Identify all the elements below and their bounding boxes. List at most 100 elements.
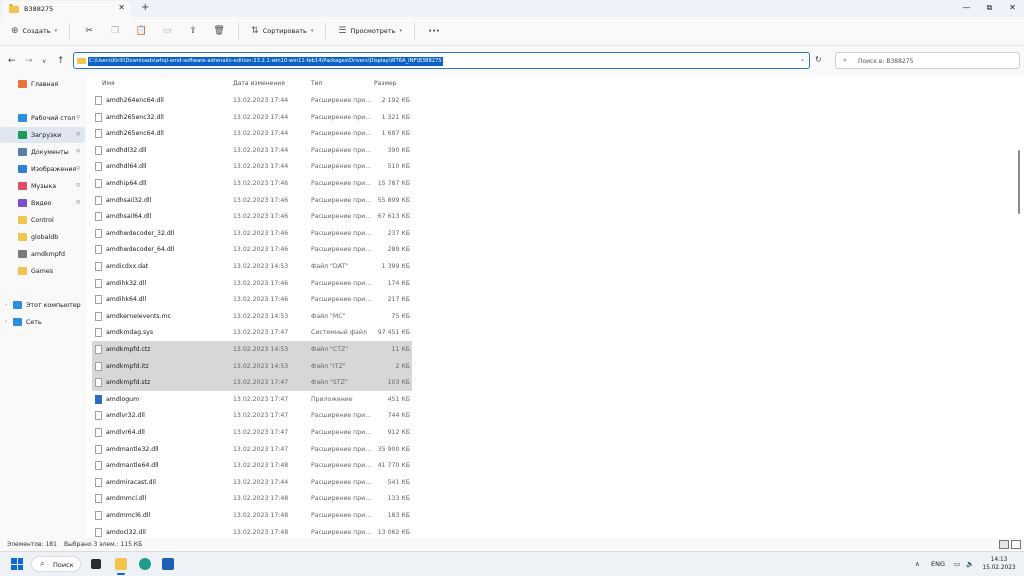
- file-row[interactable]: amdicdxx.dat 13.02.2023 14:53 Файл "DAT" 1 …: [92, 258, 412, 275]
- view-button[interactable]: ☰ Просмотреть ▾: [332, 21, 408, 41]
- refresh-icon[interactable]: ↻: [815, 55, 822, 64]
- column-size[interactable]: Размер: [374, 80, 397, 87]
- copy-icon[interactable]: ❐: [102, 21, 128, 41]
- edge-browser-icon[interactable]: [139, 558, 151, 570]
- title-bar: B388275 ✕ + — ⧉ ✕: [0, 0, 1024, 17]
- more-options-button[interactable]: ···: [421, 21, 447, 41]
- chevron-right-icon[interactable]: ›: [5, 319, 13, 325]
- close-tab-icon[interactable]: ✕: [118, 3, 125, 12]
- file-row[interactable]: amdhsail64.dll 13.02.2023 17:46 Расширение…: [92, 208, 412, 225]
- file-row[interactable]: amdhsail32.dll 13.02.2023 17:46 Расширение…: [92, 192, 412, 209]
- network-icon[interactable]: ▭: [954, 560, 960, 568]
- file-row[interactable]: amdmantle64.dll 13.02.2023 17:48 Расширени…: [92, 457, 412, 474]
- maximize-button[interactable]: ⧉: [978, 0, 1001, 17]
- file-row[interactable]: amdhwdecoder_64.dll 13.02.2023 17:46 Расши…: [92, 241, 412, 258]
- paste-icon[interactable]: 📋: [128, 21, 154, 41]
- recent-chevron-icon[interactable]: ∨: [42, 58, 46, 65]
- sidebar-item-8[interactable]: globaldb: [0, 229, 85, 245]
- file-row[interactable]: amdmmcl6.dll 13.02.2023 17:48 Расширение п…: [92, 507, 412, 524]
- file-row[interactable]: amdocl32.dll 13.02.2023 17:48 Расширение п…: [92, 524, 412, 538]
- column-type[interactable]: Тип: [311, 80, 323, 87]
- file-row[interactable]: amdhdl64.dll 13.02.2023 17:44 Расширение п…: [92, 158, 412, 175]
- cut-icon[interactable]: ✂: [76, 21, 102, 41]
- details-view-icon[interactable]: [999, 540, 1009, 549]
- file-size: 97 451 КБ: [377, 329, 410, 337]
- file-row[interactable]: amdh264enc64.dll 13.02.2023 17:44 Расширен…: [92, 92, 412, 109]
- file-row[interactable]: amdmiracast.dll 13.02.2023 17:44 Расширени…: [92, 474, 412, 491]
- language-indicator[interactable]: ENG: [931, 560, 945, 568]
- file-type: Расширение при...: [311, 445, 372, 453]
- sidebar-item-1[interactable]: Рабочий стол ⚲: [0, 110, 85, 126]
- sidebar-item-0[interactable]: Главная: [0, 76, 85, 92]
- file-row[interactable]: amdh265enc64.dll 13.02.2023 17:44 Расширен…: [92, 125, 412, 142]
- file-date: 13.02.2023 17:46: [233, 246, 289, 254]
- file-row[interactable]: amdkernelevents.mc 13.02.2023 14:53 Файл "…: [92, 308, 412, 325]
- sidebar-item-label: amdkmpfd: [31, 250, 65, 258]
- file-type: Расширение при...: [311, 97, 372, 104]
- chevron-right-icon[interactable]: ›: [5, 302, 13, 308]
- volume-icon[interactable]: 🔈: [966, 560, 974, 568]
- sort-button[interactable]: ⇅ Сортировать ▾: [245, 21, 319, 41]
- folder-icon: [18, 233, 27, 241]
- store-icon[interactable]: [162, 558, 174, 570]
- minimize-button[interactable]: —: [955, 0, 978, 17]
- close-window-button[interactable]: ✕: [1001, 0, 1024, 17]
- new-tab-button[interactable]: +: [141, 2, 149, 13]
- file-row[interactable]: amdkmpfd.itz 13.02.2023 14:53 Файл "ITZ" 2 …: [92, 357, 412, 375]
- share-icon[interactable]: ⇪: [180, 21, 206, 41]
- file-row[interactable]: amdihk64.dll 13.02.2023 17:46 Расширение п…: [92, 291, 412, 308]
- file-date: 13.02.2023 17:48: [233, 528, 289, 536]
- file-row[interactable]: amdhwdecoder_32.dll 13.02.2023 17:46 Расши…: [92, 225, 412, 242]
- file-size: 390 КБ: [387, 146, 410, 154]
- clock[interactable]: 14:13 15.02.2023: [982, 556, 1016, 572]
- file-row[interactable]: amdkmpfd.stz 13.02.2023 17:47 Файл "STZ" 10…: [92, 374, 412, 391]
- chevron-up-icon[interactable]: ∧: [915, 560, 920, 568]
- sidebar-item-6[interactable]: Видео ⚲: [0, 195, 85, 211]
- task-view-icon[interactable]: [91, 559, 101, 569]
- sidebar-item-10[interactable]: Games: [0, 263, 85, 279]
- rename-icon[interactable]: ▭: [154, 21, 180, 41]
- column-date[interactable]: Дата изменения: [233, 80, 285, 87]
- file-row[interactable]: amdhip64.dll 13.02.2023 17:46 Расширение п…: [92, 175, 412, 192]
- sidebar-item-12[interactable]: › Сеть: [0, 314, 85, 330]
- search-box[interactable]: ⌕ Поиск в: B388275: [835, 52, 1020, 69]
- file-row[interactable]: amdlvr64.dll 13.02.2023 17:47 Расширение п…: [92, 424, 412, 441]
- tiles-view-icon[interactable]: [1011, 540, 1021, 549]
- file-size: 1 687 КБ: [381, 130, 410, 138]
- taskbar-search[interactable]: ⌕ Поиск: [31, 556, 81, 572]
- forward-arrow-icon[interactable]: →: [25, 56, 33, 66]
- file-row[interactable]: amdmmcl.dll 13.02.2023 17:48 Расширение пр…: [92, 490, 412, 507]
- file-row[interactable]: amdkmpfd.ctz 13.02.2023 14:53 Файл "CTZ" 11…: [92, 341, 412, 358]
- sidebar-item-2[interactable]: Загрузки ⚲: [0, 127, 85, 143]
- sidebar-item-5[interactable]: Музыка ⚲: [0, 178, 85, 194]
- create-button[interactable]: ⊕ Создать ▾: [5, 21, 63, 41]
- sidebar-item-4[interactable]: Изображения ⚲: [0, 161, 85, 177]
- file-row[interactable]: amdkmdag.sys 13.02.2023 17:47 Системный фа…: [92, 324, 412, 341]
- column-name[interactable]: Имя: [102, 80, 115, 87]
- folder-icon: [9, 3, 19, 13]
- file-row[interactable]: amdlogum 13.02.2023 17:47 Приложение 451 КБ: [92, 391, 412, 408]
- back-arrow-icon[interactable]: ←: [8, 56, 16, 66]
- file-type: Расширение при...: [311, 279, 372, 287]
- windows-start-icon[interactable]: [11, 558, 23, 570]
- file-row[interactable]: amdmantle32.dll 13.02.2023 17:47 Расширени…: [92, 441, 412, 458]
- sidebar-item-9[interactable]: amdkmpfd: [0, 246, 85, 262]
- file-row[interactable]: amdihk32.dll 13.02.2023 17:46 Расширение п…: [92, 275, 412, 292]
- sidebar-item-7[interactable]: Control: [0, 212, 85, 228]
- chevron-down-icon: ▾: [310, 28, 314, 34]
- delete-icon[interactable]: 🗑: [206, 21, 232, 41]
- file-icon: [95, 361, 102, 371]
- sidebar-item-label: Сеть: [26, 318, 42, 326]
- chevron-down-icon[interactable]: ⌄: [800, 56, 805, 63]
- sidebar-item-3[interactable]: Документы ⚲: [0, 144, 85, 160]
- tab-b388275[interactable]: B388275 ✕: [3, 1, 131, 17]
- file-explorer-icon[interactable]: [115, 558, 127, 575]
- vertical-scrollbar[interactable]: [1018, 150, 1020, 214]
- file-row[interactable]: amdhdl32.dll 13.02.2023 17:44 Расширение п…: [92, 142, 412, 159]
- address-path[interactable]: C:\Users\Kirill\Downloads\whql-amd-softw…: [88, 57, 443, 66]
- up-arrow-icon[interactable]: ↑: [57, 56, 65, 66]
- address-bar[interactable]: C:\Users\Kirill\Downloads\whql-amd-softw…: [73, 52, 810, 69]
- sidebar-item-11[interactable]: › Этот компьютер: [0, 297, 85, 313]
- file-row[interactable]: amdh265enc32.dll 13.02.2023 17:44 Расширен…: [92, 109, 412, 126]
- file-row[interactable]: amdlvr32.dll 13.02.2023 17:47 Расширение п…: [92, 407, 412, 424]
